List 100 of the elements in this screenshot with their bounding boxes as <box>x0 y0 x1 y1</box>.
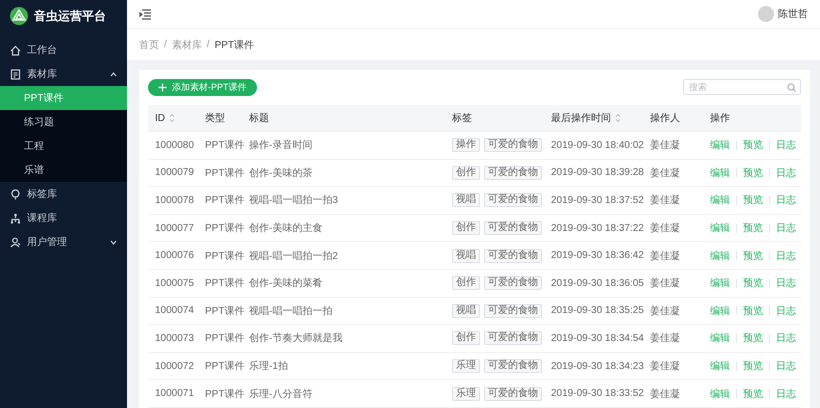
tag: 可爱的食物 <box>484 221 542 236</box>
action-link[interactable]: 日志 <box>776 138 796 152</box>
action-link[interactable]: 预览 <box>743 276 763 290</box>
tag: 可爱的食物 <box>484 304 542 318</box>
logo-icon <box>10 7 28 25</box>
table-cell: 2019-09-30 18:40:02 <box>551 140 644 151</box>
tag: 可爱的食物 <box>484 359 542 374</box>
document-icon <box>10 68 21 80</box>
sidebar-item[interactable]: 课程库 <box>0 206 127 230</box>
action-link[interactable]: 预览 <box>743 359 763 374</box>
table-cell: 1000077 <box>155 222 194 234</box>
column-header: 标题 <box>249 112 269 125</box>
tag: 可爱的食物 <box>484 248 542 263</box>
action-link[interactable]: 预览 <box>743 166 763 180</box>
action-link[interactable]: 编辑 <box>710 276 730 290</box>
table-cell-text: PPT课件 <box>205 360 244 374</box>
tag: 可爱的食物 <box>484 276 542 290</box>
action-link[interactable]: 预览 <box>743 386 763 401</box>
action-link[interactable]: 预览 <box>743 304 763 318</box>
table-cell-text: 乐理-八分音符 <box>249 388 312 401</box>
sidebar-item[interactable]: 工作台 <box>0 38 127 62</box>
table-cell-text: 姜佳凝 <box>650 304 680 318</box>
action-link[interactable]: 编辑 <box>710 166 730 180</box>
table-cell: 2019-09-30 18:35:25 <box>551 305 644 316</box>
table-cell-text: 视唱-唱一唱拍一拍3 <box>249 194 338 208</box>
user-name[interactable]: 陈世哲 <box>778 7 808 21</box>
action-link[interactable]: 预览 <box>743 248 763 263</box>
table-cell-text: PPT课件 <box>205 332 244 346</box>
action-link[interactable]: 编辑 <box>710 221 730 236</box>
action-link[interactable]: 日志 <box>776 276 796 290</box>
menu-icon <box>139 8 152 20</box>
sidebar-item[interactable]: 素材库 <box>0 62 127 86</box>
table-cell: 2019-09-30 18:34:54 <box>551 332 644 344</box>
submenu-item[interactable]: PPT课件 <box>0 86 127 110</box>
table-cell-text: PPT课件 <box>205 166 244 180</box>
action-link[interactable]: 编辑 <box>710 248 730 263</box>
hierarchy-icon <box>10 212 21 224</box>
table-cell-text: PPT课件 <box>205 304 244 318</box>
action-link[interactable]: 编辑 <box>710 193 730 208</box>
column-header[interactable]: ID <box>155 112 165 124</box>
column-header: 标签 <box>452 112 472 125</box>
breadcrumb-separator: / <box>164 39 167 50</box>
table-cell: 1000076 <box>155 250 194 262</box>
action-link[interactable]: 预览 <box>743 221 763 236</box>
tag-icon <box>10 188 21 200</box>
table-cell-text: 姜佳凝 <box>650 138 680 152</box>
table-cell-text: PPT课件 <box>205 194 244 208</box>
submenu-item[interactable]: 练习题 <box>0 110 127 134</box>
action-link[interactable]: 预览 <box>743 193 763 208</box>
table-cell-text: 姜佳凝 <box>650 388 680 401</box>
breadcrumb-link[interactable]: 首页 <box>139 38 159 52</box>
plus-icon <box>158 82 167 92</box>
breadcrumb-link[interactable]: 素材库 <box>172 38 202 52</box>
table-cell: 1000073 <box>155 332 194 344</box>
avatar[interactable] <box>758 6 774 22</box>
table-cell: 2019-09-30 18:37:52 <box>551 194 644 206</box>
tag: 操作 <box>452 138 480 152</box>
submenu-item[interactable]: 工程 <box>0 134 127 158</box>
table-cell: 1000078 <box>155 194 194 206</box>
action-link[interactable]: 编辑 <box>710 359 730 374</box>
action-link[interactable]: 日志 <box>776 166 796 180</box>
tag: 可爱的食物 <box>484 386 542 401</box>
table-cell-text: 创作-美味的菜肴 <box>249 276 322 290</box>
table-cell-text: 视唱-唱一唱拍一拍 <box>249 304 332 318</box>
table-cell: 2019-09-30 18:36:42 <box>551 250 644 262</box>
action-link[interactable]: 日志 <box>776 248 796 263</box>
table-cell: 2019-09-30 18:36:05 <box>551 278 644 289</box>
tag: 创作 <box>452 166 480 180</box>
action-link[interactable]: 日志 <box>776 359 796 374</box>
tag: 乐理 <box>452 386 480 401</box>
action-link[interactable]: 日志 <box>776 221 796 236</box>
tag: 视唱 <box>452 248 480 263</box>
action-link[interactable]: 日志 <box>776 386 796 401</box>
table-cell: 2019-09-30 18:39:28 <box>551 167 644 178</box>
column-header: 操作 <box>710 112 730 125</box>
action-link[interactable]: 预览 <box>743 138 763 152</box>
table-cell-text: 乐理-1拍 <box>249 360 288 374</box>
action-link[interactable]: 编辑 <box>710 331 730 346</box>
action-link[interactable]: 日志 <box>776 331 796 346</box>
table-cell: 1000072 <box>155 360 194 372</box>
sidebar-item[interactable]: 用户管理 <box>0 230 127 254</box>
add-button[interactable]: 添加素材-PPT课件 <box>148 78 257 96</box>
submenu-item[interactable]: 乐谱 <box>0 158 127 182</box>
search-field[interactable]: 搜索 <box>683 79 801 95</box>
table-cell-text: 姜佳凝 <box>650 276 680 290</box>
table-cell-text: 创作-节奏大师就是我 <box>249 332 342 346</box>
tag: 视唱 <box>452 304 480 318</box>
action-link[interactable]: 编辑 <box>710 386 730 401</box>
table-cell: 1000075 <box>155 278 194 289</box>
action-link[interactable]: 日志 <box>776 304 796 318</box>
action-link[interactable]: 日志 <box>776 193 796 208</box>
action-link[interactable]: 预览 <box>743 331 763 346</box>
user-icon <box>10 236 21 248</box>
table-cell-text: 姜佳凝 <box>650 222 680 236</box>
action-link[interactable]: 编辑 <box>710 304 730 318</box>
table-cell-text: 视唱-唱一唱拍一拍2 <box>249 250 338 263</box>
table-cell-text: PPT课件 <box>205 388 244 401</box>
sidebar-item[interactable]: 标签库 <box>0 182 127 206</box>
column-header: 类型 <box>205 112 225 125</box>
action-link[interactable]: 编辑 <box>710 138 730 152</box>
